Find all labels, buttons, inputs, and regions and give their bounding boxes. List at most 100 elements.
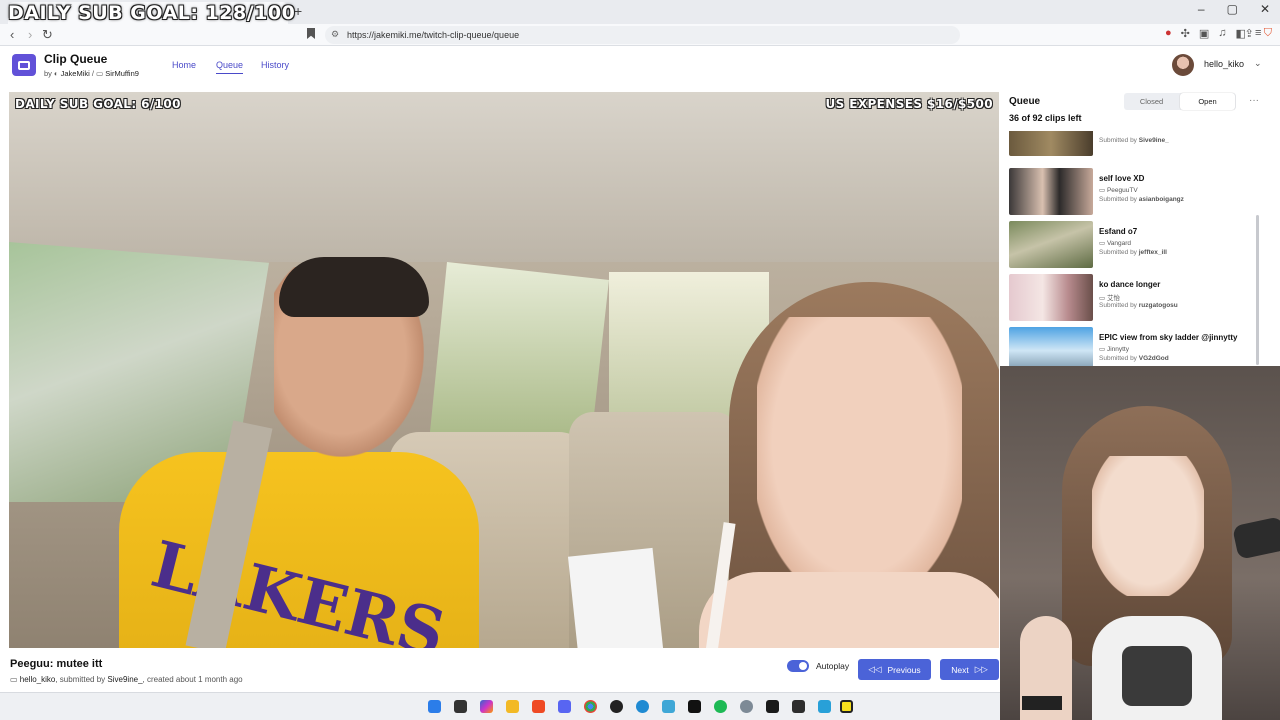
clip-submitter: Sive9ine_ [107,675,143,684]
queue-item-submitter: Submitted by asianboigangz [1099,196,1184,203]
more-options-icon[interactable]: ··· [1249,95,1259,106]
chat-icon: ▭ [1099,295,1107,302]
list-item[interactable]: EPIC view from sky ladder @jinnytty ▭ Ji… [1009,327,1259,366]
video-player[interactable]: LAKERS DAILY SUB GOAL: 6/100 US EXPENSES… [9,92,999,648]
shield-icon[interactable]: ⛉ [1264,27,1272,40]
credits-separator: / [91,69,95,78]
close-window-button[interactable]: ✕ [1260,2,1270,16]
minimize-button[interactable]: – [1198,2,1205,16]
app-icon[interactable] [840,700,853,713]
app-icon[interactable] [740,700,753,713]
clip-created: , created about 1 month ago [142,675,243,684]
queue-open-option[interactable]: Open [1180,93,1235,110]
forward-icon[interactable]: › [28,27,32,42]
queue-item-submitter: Submitted by jefftex_ill [1099,249,1167,256]
video-scene-bag [567,547,666,648]
list-item[interactable]: Esfand o7 ▭ Vangard Submitted by jefftex… [1009,221,1259,269]
maximize-button[interactable]: ▢ [1227,2,1238,16]
submitter-name: jefftex_ill [1138,249,1167,256]
video-scene-ceiling [9,92,999,262]
app-header: Clip Queue by ◐ JakeMiki / ▭ SirMuffin9 … [0,46,1280,88]
user-name[interactable]: hello_kiko [1204,59,1244,69]
sidebar-icon[interactable]: ◧ [1236,27,1246,40]
github-icon: ◐ [54,69,61,78]
submitted-label: , submitted by [55,675,106,684]
app-title: Clip Queue [44,52,108,66]
microphone [1232,516,1280,560]
queue-status-toggle: Closed Open [1124,93,1236,110]
chat-icon: ▭ [1099,346,1107,353]
discord-icon[interactable] [558,700,571,713]
video-scene-person [279,257,429,317]
app-icon[interactable] [766,700,779,713]
chat-icon: ▭ [96,69,106,78]
extension-icon[interactable]: ● [1165,27,1172,40]
list-item[interactable]: ko dance longer ▭ 艾怡 Submitted by ruzgat… [1009,274,1259,322]
url-field[interactable]: ⚙ https://jakemiki.me/twitch-clip-queue/… [325,26,960,44]
terminal-icon[interactable] [792,700,805,713]
wallet-icon[interactable]: ▣ [1199,27,1209,40]
obs-icon[interactable] [610,700,623,713]
nav-home[interactable]: Home [172,60,196,70]
bookmark-icon[interactable] [307,28,315,39]
capcut-icon[interactable] [688,700,701,713]
avatar[interactable] [1172,54,1194,76]
list-item[interactable]: self love XD ▭ PeeguuTV Submitted by asi… [1009,168,1259,216]
channel-name: PeeguuTV [1106,187,1138,194]
queue-item-title: Esfand o7 [1099,227,1138,236]
fast-forward-icon: ▷▷ [974,664,988,674]
channel-link[interactable]: SirMuffin9 [105,69,139,78]
queue-count: 36 of 92 clips left [1009,113,1082,123]
clip-thumbnail [1009,327,1093,366]
autoplay-toggle[interactable] [787,660,809,672]
clip-thumbnail [1009,274,1093,321]
queue-item-submitter: Submitted by VG2dGod [1099,355,1169,362]
previous-button[interactable]: ◁◁ Previous [858,659,931,680]
reload-icon[interactable]: ↻ [42,27,53,43]
clip-channel-link[interactable]: hello_kiko [20,675,56,684]
back-icon[interactable]: ‹ [10,27,14,42]
submitted-label: Submitted by [1099,249,1137,256]
next-button[interactable]: Next ▷▷ [940,659,999,680]
edge-icon[interactable] [636,700,649,713]
channel-name: 艾怡 [1106,295,1120,302]
chrome-icon[interactable] [584,700,597,713]
music-icon[interactable]: ♫ [1218,27,1226,40]
chat-icon: ▭ [10,675,20,684]
queue-item-title: self love XD [1099,174,1145,183]
puzzle-icon[interactable]: ✣ [1181,27,1190,40]
notepad-icon[interactable] [818,700,831,713]
nav-history[interactable]: History [261,60,289,70]
chevron-down-icon[interactable]: ⌄ [1254,58,1262,69]
app-icon[interactable] [662,700,675,713]
list-item[interactable]: Submitted by Sive9ine_ [1009,131,1259,157]
start-icon[interactable] [428,700,441,713]
nav-queue[interactable]: Queue [216,60,244,74]
task-view-icon[interactable] [454,700,467,713]
submitter-name: asianboigangz [1138,196,1184,203]
webcam-person [1092,456,1204,596]
previous-label: Previous [887,664,921,675]
address-bar: ‹ › ↻ ⚙ https://jakemiki.me/twitch-clip-… [0,24,1280,46]
window-controls: – ▢ ✕ [1198,2,1270,16]
copilot-icon[interactable] [480,700,493,713]
extensions-bar: ● ✣ ▣ ♫ ◧ ≡ [1165,27,1261,40]
file-explorer-icon[interactable] [506,700,519,713]
queue-scrollbar[interactable] [1256,215,1259,365]
webcam-overlay [1000,366,1280,720]
author-link[interactable]: JakeMiki [61,69,90,78]
submitter-name: Sive9ine_ [1138,137,1169,144]
app-credits: by ◐ JakeMiki / ▭ SirMuffin9 [44,69,139,78]
queue-item-title: EPIC view from sky ladder @jinnytty [1099,333,1238,342]
site-info-icon[interactable]: ⚙ [331,29,339,40]
brave-icon[interactable] [532,700,545,713]
queue-list[interactable]: Submitted by Sive9ine_ self love XD ▭ Pe… [1009,131,1259,366]
queue-title: Queue [1009,96,1041,107]
queue-closed-option[interactable]: Closed [1124,93,1179,110]
rewind-icon: ◁◁ [868,664,882,674]
webcam-armband [1022,696,1062,710]
menu-icon[interactable]: ≡ [1255,27,1261,40]
spotify-icon[interactable] [714,700,727,713]
tv-logo-icon[interactable] [12,54,36,76]
clip-meta: ▭ hello_kiko, submitted by Sive9ine_, cr… [10,675,243,684]
